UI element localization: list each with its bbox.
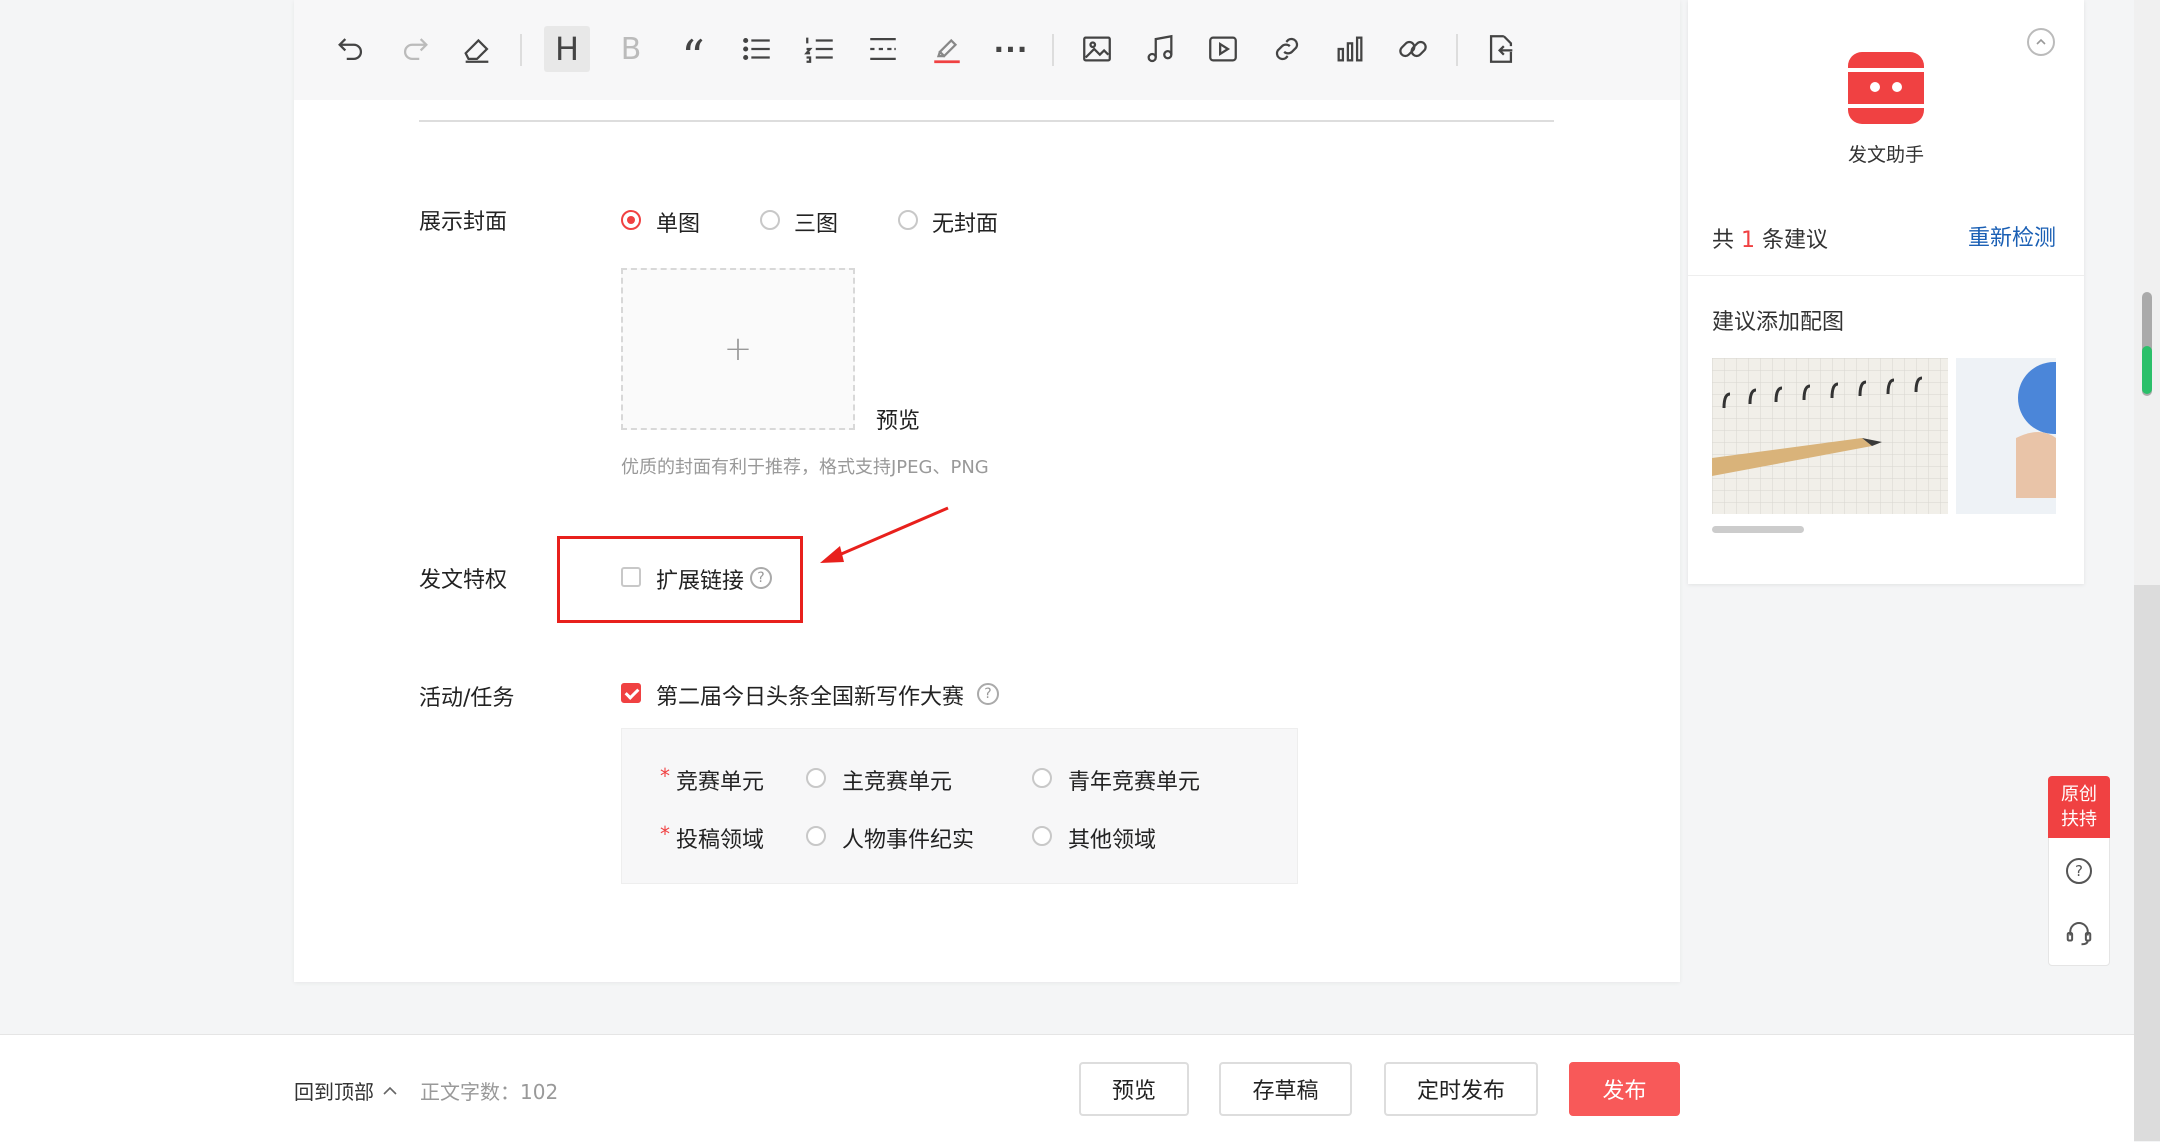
image-scroll-indicator[interactable] <box>1712 526 1804 533</box>
import-icon[interactable] <box>1478 26 1524 72</box>
back-to-top-label: 回到顶部 <box>294 1080 374 1104</box>
people-events-radio[interactable] <box>806 826 826 846</box>
back-to-top-link[interactable]: 回到顶部 <box>294 1076 398 1105</box>
redo-icon[interactable] <box>392 26 438 72</box>
image-icon[interactable] <box>1074 26 1120 72</box>
plus-icon: + <box>723 329 753 369</box>
people-events-label[interactable]: 人物事件纪实 <box>842 822 974 854</box>
other-fields-label[interactable]: 其他领域 <box>1068 822 1156 854</box>
cover-label: 展示封面 <box>419 210 508 235</box>
chevron-up-icon <box>383 1086 397 1095</box>
annotation-arrow-icon <box>820 506 949 563</box>
word-count-label: 正文字数： <box>420 1080 520 1104</box>
assistant-logo-icon <box>1848 52 1924 124</box>
suggestion-suffix: 条建议 <box>1762 228 1829 253</box>
numbered-list-icon[interactable] <box>797 26 843 72</box>
contest-help-icon[interactable]: ? <box>977 683 999 705</box>
help-icon[interactable]: ? <box>2066 858 2092 884</box>
original-support-line2: 扶持 <box>2061 809 2097 830</box>
preview-button[interactable]: 预览 <box>1079 1062 1189 1116</box>
main-competition-label[interactable]: 主竞赛单元 <box>842 764 952 796</box>
extended-link-label[interactable]: 扩展链接 <box>656 563 744 595</box>
assistant-title: 发文助手 <box>1848 144 1925 166</box>
extended-link-help-icon[interactable]: ? <box>750 567 772 589</box>
word-count-value: 102 <box>520 1080 559 1104</box>
main-competition-radio[interactable] <box>806 768 826 788</box>
contest-checkbox[interactable] <box>621 683 641 703</box>
cover-preview-link[interactable]: 预览 <box>876 403 920 435</box>
suggestion-prefix: 共 <box>1712 228 1735 253</box>
youth-competition-label[interactable]: 青年竞赛单元 <box>1068 764 1200 796</box>
required-mark: * <box>660 764 670 788</box>
divider-icon[interactable] <box>860 26 906 72</box>
contest-options-panel <box>621 728 1298 884</box>
save-draft-button[interactable]: 存草稿 <box>1219 1062 1352 1116</box>
scrollbar-progress-indicator <box>2142 346 2152 394</box>
other-fields-radio[interactable] <box>1032 826 1052 846</box>
highlighter-icon[interactable] <box>924 26 970 72</box>
recheck-link[interactable]: 重新检测 <box>1968 220 2056 252</box>
video-icon[interactable] <box>1200 26 1246 72</box>
link-icon[interactable] <box>1264 26 1310 72</box>
cover-hint: 优质的封面有利于推荐，格式支持JPEG、PNG <box>621 457 989 478</box>
chain-link-icon[interactable] <box>1390 26 1436 72</box>
bold-icon[interactable]: B <box>608 26 654 72</box>
youth-competition-radio[interactable] <box>1032 768 1052 788</box>
original-support-line1: 原创 <box>2061 784 2097 805</box>
submission-field-label: 投稿领域 <box>676 828 765 853</box>
heading-icon[interactable]: H <box>544 26 590 72</box>
privilege-label: 发文特权 <box>419 568 508 593</box>
suggestion-count: 共 1 条建议 <box>1712 222 1828 254</box>
word-count: 正文字数：102 <box>420 1076 558 1105</box>
eraser-icon[interactable] <box>454 26 500 72</box>
cover-option-none-label[interactable]: 无封面 <box>932 206 998 238</box>
original-support-button[interactable]: 原创 扶持 <box>2048 776 2110 838</box>
editor-toolbar: H B “ ··· <box>294 0 1680 100</box>
more-icon[interactable]: ··· <box>988 26 1034 72</box>
collapse-icon[interactable] <box>2027 28 2055 56</box>
cover-option-single-radio[interactable] <box>621 210 641 230</box>
music-icon[interactable] <box>1137 26 1183 72</box>
scrollbar-lower-track <box>2134 585 2160 1141</box>
schedule-publish-button[interactable]: 定时发布 <box>1384 1062 1538 1116</box>
undo-icon[interactable] <box>328 26 374 72</box>
cover-option-three-radio[interactable] <box>760 210 780 230</box>
suggested-image-question[interactable] <box>1956 358 2056 514</box>
suggestion-number: 1 <box>1741 228 1756 253</box>
cover-option-single-label[interactable]: 单图 <box>656 206 700 238</box>
panel-divider <box>1688 275 2084 276</box>
chart-icon[interactable] <box>1327 26 1373 72</box>
extended-link-checkbox[interactable] <box>621 567 641 587</box>
contest-label[interactable]: 第二届今日头条全国新写作大赛 <box>656 679 964 711</box>
competition-unit-label: 竞赛单元 <box>676 770 765 795</box>
cover-option-none-radio[interactable] <box>898 210 918 230</box>
title-divider <box>419 120 1554 122</box>
add-image-title: 建议添加配图 <box>1712 310 1845 335</box>
activity-label: 活动/任务 <box>419 686 515 711</box>
suggested-image-notebook[interactable] <box>1712 358 1948 514</box>
quote-icon[interactable]: “ <box>670 26 716 84</box>
customer-service-icon[interactable] <box>2064 918 2094 952</box>
publish-button[interactable]: 发布 <box>1569 1062 1680 1116</box>
cover-upload-box[interactable]: + <box>621 268 855 430</box>
bullet-list-icon[interactable] <box>734 26 780 72</box>
required-mark: * <box>660 822 670 846</box>
cover-option-three-label[interactable]: 三图 <box>794 206 838 238</box>
